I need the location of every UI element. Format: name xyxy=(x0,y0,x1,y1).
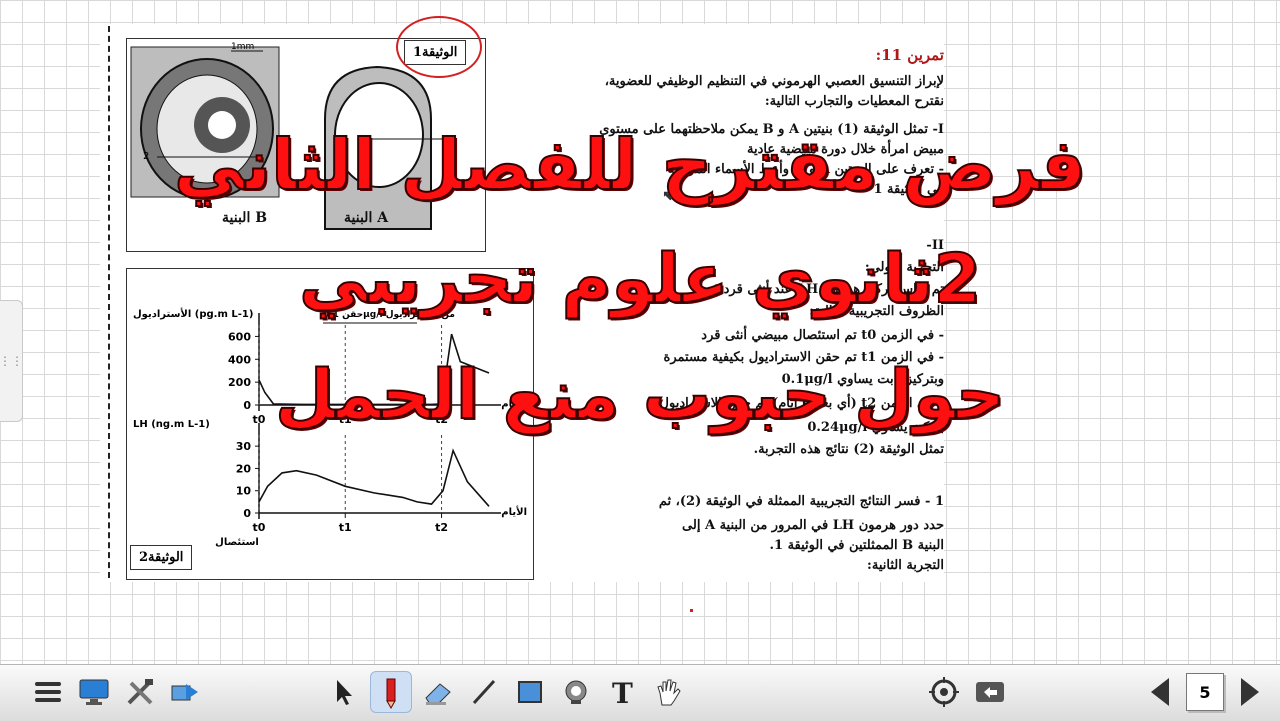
page-number[interactable]: 5 xyxy=(1186,673,1224,711)
exercise-text-line: 1 - فسر النتائج التجريبية الممثلة في الو… xyxy=(658,494,944,509)
exercise-text-line: البنية B الممثلتين في الوثيقة 1. xyxy=(769,538,944,553)
monitor-icon[interactable] xyxy=(74,672,114,712)
y-tick-label: 20 xyxy=(236,462,252,475)
svg-text:T: T xyxy=(612,677,633,707)
exercise-text-line: - في الزمن t0 تم استئصال مبيضي أنثى قرد xyxy=(701,328,944,343)
exercise-text-line: تمثل الوثيقة (2) نتائج هذه التجربة. xyxy=(753,442,944,457)
line-icon[interactable] xyxy=(464,672,504,712)
undo-icon[interactable] xyxy=(970,672,1010,712)
previous-page-button[interactable] xyxy=(1140,672,1180,712)
scale-label: 1mm xyxy=(231,42,254,52)
text-icon[interactable]: T xyxy=(602,672,642,712)
rectangle-icon[interactable] xyxy=(510,672,550,712)
x-axis-label: الأيام xyxy=(501,505,527,518)
pointer-icon[interactable] xyxy=(324,672,364,712)
menu-icon[interactable] xyxy=(28,672,68,712)
structure-a-label: البنية A xyxy=(344,210,389,226)
whiteboard-toolbar: T 5 xyxy=(0,664,1280,721)
series-line xyxy=(258,448,490,507)
exercise-text-line: لإبراز التنسيق العصبي الهرموني في التنظي… xyxy=(604,74,944,89)
eraser-icon[interactable] xyxy=(418,672,458,712)
overlay-title-line-3: حول حبوب منع الحمل xyxy=(274,355,1006,436)
target-icon[interactable] xyxy=(924,672,964,712)
toolbar-right-group xyxy=(924,671,1010,713)
screen-capture-icon[interactable] xyxy=(166,672,206,712)
arrow-left-icon xyxy=(1151,678,1169,706)
mouse-cursor-icon: ⬉ xyxy=(662,188,674,204)
x-tick-label: t2 xyxy=(435,521,448,534)
next-page-button[interactable] xyxy=(1230,672,1270,712)
y-tick-label: 600 xyxy=(228,330,251,343)
y-tick-label: 10 xyxy=(236,485,252,498)
exercise-text-line: التجربة الثانية: xyxy=(867,558,944,573)
hand-icon[interactable] xyxy=(648,672,688,712)
toolbar-center-group: T xyxy=(324,671,688,713)
structure-b-label: البنية B xyxy=(222,210,268,226)
red-dot-mark xyxy=(690,609,693,612)
toolbar-left-group xyxy=(28,671,206,713)
y-tick-label: 30 xyxy=(236,440,252,453)
exercise-text-line: حدد دور هرمون LH في المرور من البنية A إ… xyxy=(682,518,944,533)
exercise-text-line: نقترح المعطيات والتجارب التالية: xyxy=(764,94,944,109)
fill-icon[interactable] xyxy=(556,672,596,712)
y-tick-label: 0 xyxy=(243,507,251,520)
tools-icon[interactable] xyxy=(120,672,160,712)
overlay-title-line-2: 2ثانوي علوم تجريبي xyxy=(298,239,982,320)
x-tick-label: t1 xyxy=(339,521,352,534)
arrow-right-icon xyxy=(1241,678,1259,706)
x-tick-label: t0 xyxy=(253,521,266,534)
overlay-title-line-1: فرض مقترح للفصل الثاني xyxy=(173,123,1087,207)
pencil-icon[interactable] xyxy=(370,671,412,713)
page-navigation: 5 xyxy=(1140,671,1270,713)
exercise-title: تمرين 11: xyxy=(875,46,944,64)
red-circle-annotation xyxy=(396,16,482,78)
ablation-annotation: استئصال xyxy=(215,537,259,548)
document-2-label: الوثيقة2 xyxy=(130,545,193,570)
